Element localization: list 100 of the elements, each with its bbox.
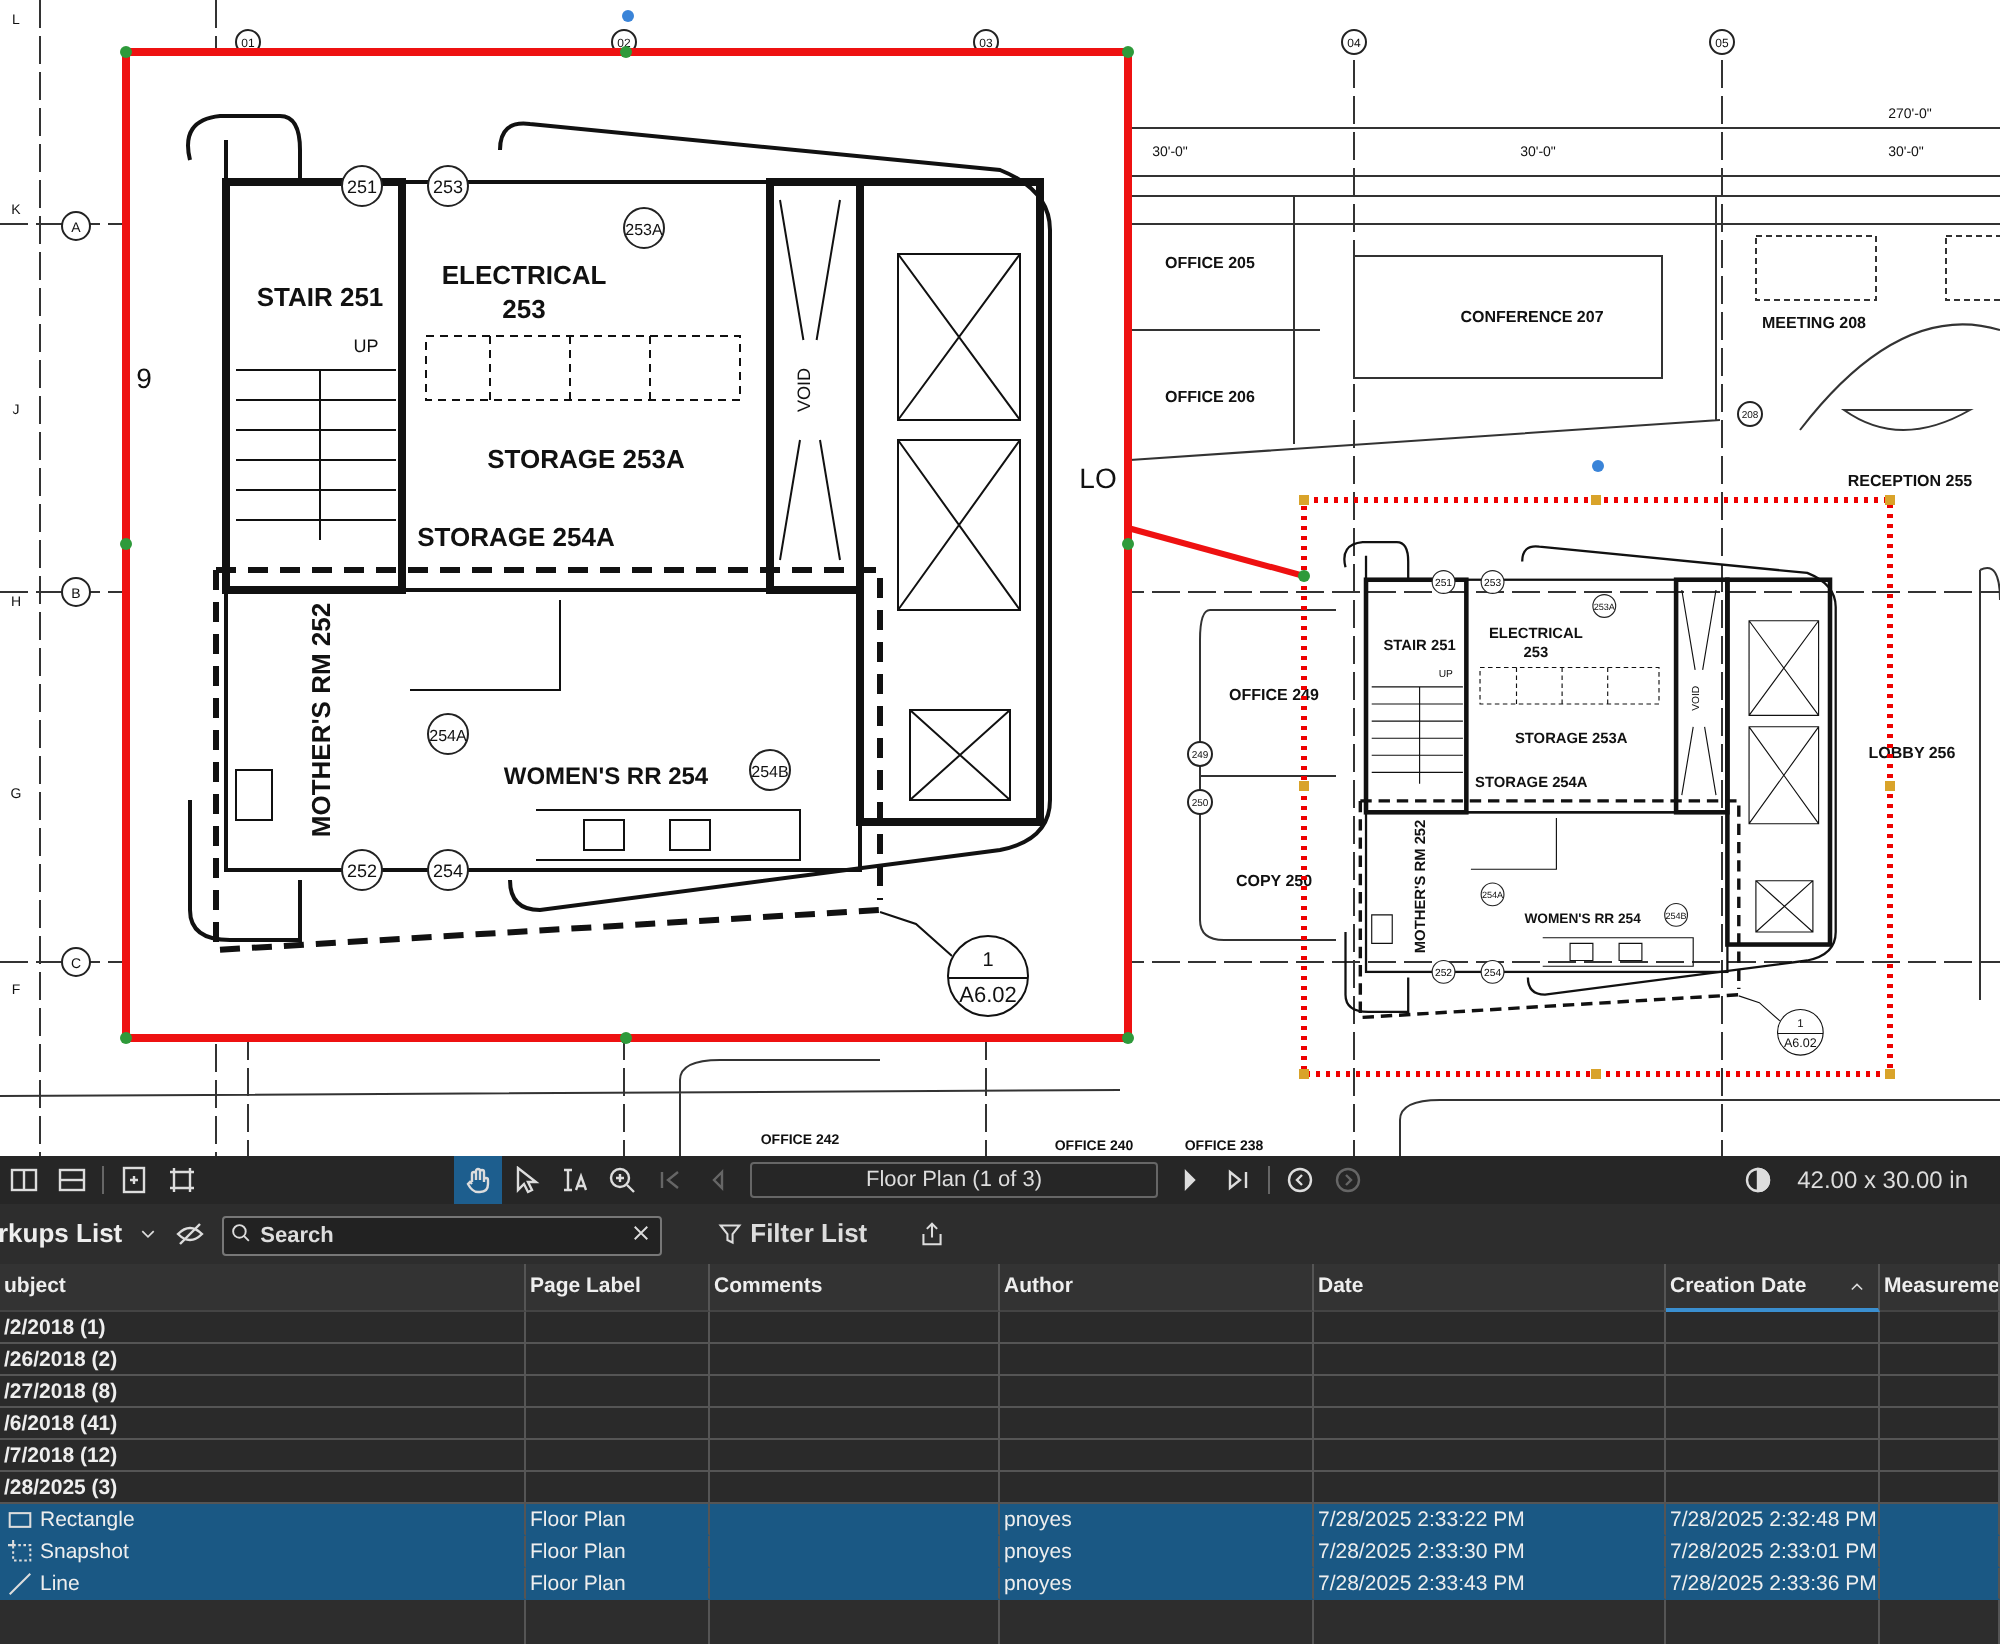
door-tag-circle xyxy=(1592,594,1617,618)
search-icon xyxy=(230,1221,253,1243)
resize-handle[interactable] xyxy=(1299,495,1309,505)
subject-cell-text: Line xyxy=(40,1569,80,1598)
room-label: STORAGE 254A xyxy=(417,522,615,552)
table-header[interactable]: ubject Page Label Comments Author Date Creation Date Measureme xyxy=(0,1264,2000,1312)
rectangle-icon xyxy=(8,1507,32,1531)
room-label: WOMEN'S RR 254 xyxy=(503,762,709,790)
split-horizontal-icon xyxy=(58,1166,86,1194)
table-cell: Floor Plan xyxy=(526,1568,710,1600)
resize-handle[interactable] xyxy=(1122,1032,1134,1044)
line-icon xyxy=(8,1571,32,1595)
door-tag-circle xyxy=(1480,882,1505,907)
resize-handle[interactable] xyxy=(1591,495,1601,505)
filter-list-button[interactable]: Filter List xyxy=(710,1210,876,1258)
door-tag-circle xyxy=(341,165,383,207)
door-tag-circle xyxy=(749,749,791,791)
room-label: ELECTRICAL xyxy=(441,260,607,290)
resize-handle[interactable] xyxy=(1299,781,1309,791)
resize-handle[interactable] xyxy=(120,538,132,550)
room-label: CONFERENCE 207 xyxy=(1460,308,1604,326)
resize-handle[interactable] xyxy=(620,1032,632,1044)
door-tag-circle xyxy=(427,713,469,755)
door-tag: 254B xyxy=(751,763,789,781)
grid-bubble xyxy=(1709,29,1735,55)
group-row[interactable]: /6/2018 (41) xyxy=(0,1408,2000,1440)
resize-handle[interactable] xyxy=(1885,781,1895,791)
resize-handle[interactable] xyxy=(120,46,132,58)
resize-handle[interactable] xyxy=(1298,570,1310,582)
door-tag: 253 xyxy=(432,177,464,197)
door-tag-circle xyxy=(1431,570,1456,594)
markup-row[interactable]: Line Floor Plan pnoyes 7/28/2025 2:33:43 PM 7/28/2025 2:33:36 PM xyxy=(0,1568,2000,1600)
room-label: MEETING 208 xyxy=(1762,314,1866,332)
resize-handle[interactable] xyxy=(1122,538,1134,550)
contrast-icon xyxy=(1743,1166,1772,1194)
section-number: 1 xyxy=(982,950,994,972)
subject-cell-text: Snapshot xyxy=(40,1537,129,1566)
visibility-off-icon xyxy=(174,1220,207,1248)
markup-row[interactable]: Rectangle Floor Plan pnoyes 7/28/2025 2:33:22 PM 7/28/2025 2:32:48 PM xyxy=(0,1504,2000,1536)
room-label: 9 xyxy=(136,362,152,394)
resize-handle[interactable] xyxy=(1885,495,1895,505)
door-tag: 254A xyxy=(429,727,467,745)
table-cell: pnoyes xyxy=(1000,1568,1314,1600)
door-tag-circle xyxy=(1737,401,1763,427)
last-page-icon xyxy=(1224,1166,1252,1194)
room-label: 253 xyxy=(502,294,546,324)
split-vertical-icon xyxy=(10,1166,38,1194)
grid-bubble xyxy=(1341,29,1367,55)
resize-handle[interactable] xyxy=(1591,1069,1601,1079)
door-tag-circle xyxy=(341,849,383,891)
panel-title[interactable]: rkups List xyxy=(0,1214,123,1254)
door-tag: 254 xyxy=(432,861,464,881)
room-label: STORAGE 253A xyxy=(487,444,685,474)
first-page-icon xyxy=(656,1166,684,1194)
room-label: LO xyxy=(1079,462,1117,494)
group-row[interactable]: /7/2018 (12) xyxy=(0,1440,2000,1472)
door-tag-circle xyxy=(427,165,469,207)
rectangle-markup[interactable] xyxy=(122,48,1132,1042)
group-row[interactable]: /27/2018 (8) xyxy=(0,1376,2000,1408)
cursor-icon xyxy=(512,1166,540,1194)
room-label: MOTHER'S RM 252 xyxy=(306,602,336,838)
door-tag-circle xyxy=(1187,789,1213,815)
resize-handle[interactable] xyxy=(1885,1069,1895,1079)
zoom-icon xyxy=(608,1166,636,1194)
grid-bubble xyxy=(61,947,91,977)
rotate-handle[interactable] xyxy=(1592,460,1604,472)
share-icon xyxy=(919,1222,944,1246)
door-tag-circle xyxy=(1664,902,1689,927)
markup-row[interactable]: Snapshot Floor Plan pnoyes 7/28/2025 2:33:30 PM 7/28/2025 2:33:01 PM xyxy=(0,1536,2000,1568)
filter-icon xyxy=(718,1222,743,1246)
close-icon[interactable] xyxy=(630,1221,653,1243)
group-row[interactable]: /28/2025 (3) xyxy=(0,1472,2000,1504)
resize-handle[interactable] xyxy=(1122,46,1134,58)
crop-icon xyxy=(168,1166,196,1194)
room-label: STAIR 251 xyxy=(256,282,384,312)
section-sheet-label: A6.02 xyxy=(959,984,1017,1008)
door-tag-circle xyxy=(1431,959,1456,984)
line-markup[interactable] xyxy=(1127,525,1305,579)
table-cell: 7/28/2025 2:33:43 PM xyxy=(1314,1568,1666,1600)
pan-tool-button[interactable] xyxy=(454,1156,502,1204)
resize-handle[interactable] xyxy=(120,1032,132,1044)
dotted-rectangle-icon xyxy=(8,1539,32,1563)
rotate-handle[interactable] xyxy=(622,10,634,22)
page-icon xyxy=(120,1166,148,1194)
door-tag: 251 xyxy=(346,177,378,197)
grid-bubble xyxy=(61,577,91,607)
room-label: OFFICE 206 xyxy=(1165,388,1255,406)
room-label: UP xyxy=(353,336,379,356)
group-row[interactable]: /2/2018 (1) xyxy=(0,1312,2000,1344)
page-selector[interactable]: Floor Plan (1 of 3) xyxy=(750,1162,1158,1198)
table-cell: 7/28/2025 2:33:36 PM xyxy=(1666,1568,1880,1600)
grid-bubble xyxy=(61,211,91,241)
back-icon xyxy=(1286,1166,1314,1194)
search-field[interactable]: Search xyxy=(222,1215,663,1255)
group-row[interactable]: /26/2018 (2) xyxy=(0,1344,2000,1376)
resize-handle[interactable] xyxy=(1299,1069,1309,1079)
door-tag: 253A xyxy=(625,221,663,239)
door-tag-circle xyxy=(427,849,469,891)
subject-cell-text: Rectangle xyxy=(40,1505,135,1534)
room-label: RECEPTION 255 xyxy=(1847,472,1973,490)
